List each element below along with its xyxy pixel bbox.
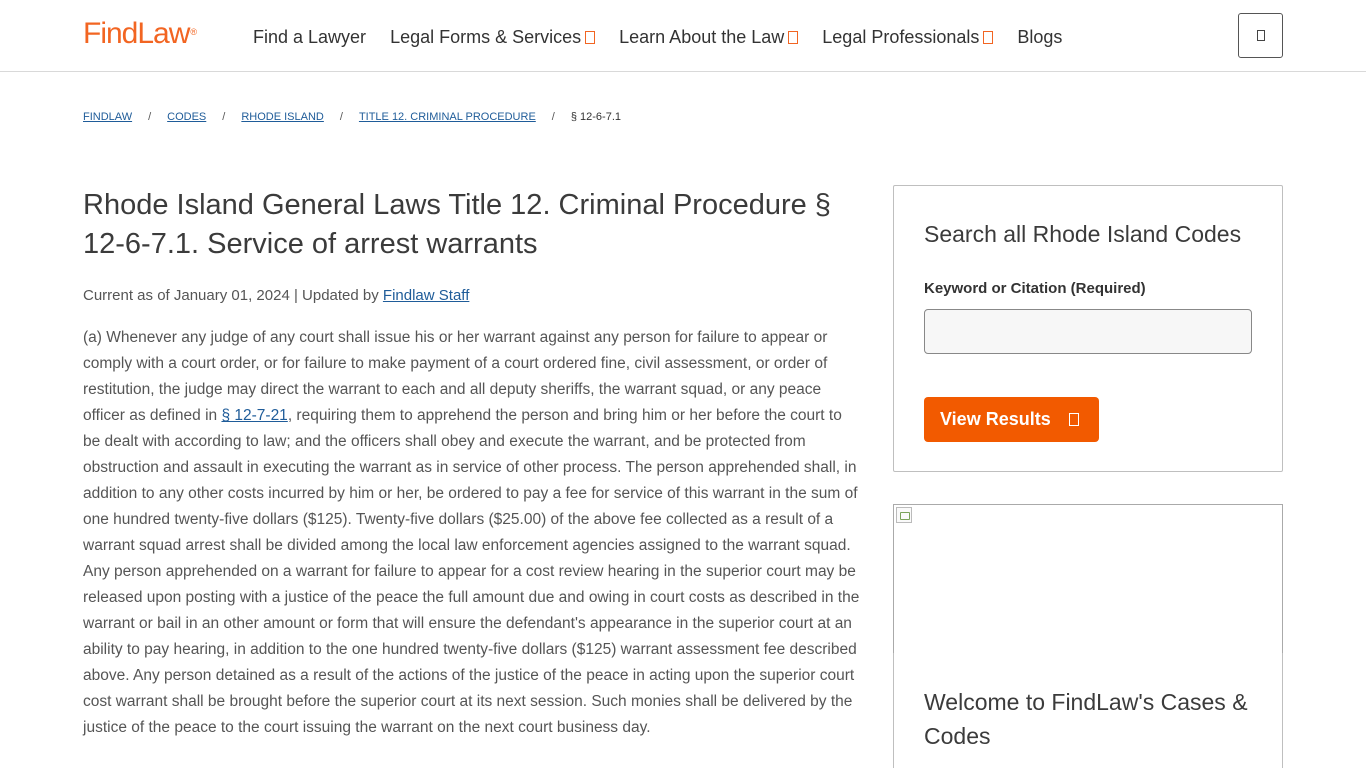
welcome-card: Welcome to FindLaw's Cases & Codes [893, 653, 1283, 768]
nav-legal-forms-services[interactable]: Legal Forms & Services [390, 22, 596, 52]
breadcrumb-separator: / [339, 111, 343, 123]
nav-find-a-lawyer[interactable]: Find a Lawyer [253, 22, 366, 52]
welcome-title: Welcome to FindLaw's Cases & Codes [924, 689, 1248, 749]
chevron-down-icon [585, 30, 596, 44]
page-title: Rhode Island General Laws Title 12. Crim… [83, 189, 831, 260]
broken-image-icon [896, 507, 912, 523]
keyword-search-input[interactable] [924, 309, 1252, 354]
search-field-label: Keyword or Citation (Required) [924, 280, 1146, 297]
logo-text: FindLaw [83, 17, 190, 50]
nav-learn-about-the-law[interactable]: Learn About the Law [619, 22, 799, 52]
ad-image-box[interactable] [893, 504, 1283, 654]
breadcrumb-rhode-island[interactable]: RHODE ISLAND [241, 111, 324, 123]
article-body: (a) Whenever any judge of any court shal… [83, 325, 863, 741]
breadcrumb-findlaw[interactable]: FINDLAW [83, 111, 132, 123]
findlaw-logo[interactable]: FindLaw® [83, 14, 197, 54]
breadcrumb-current: § 12-6-7.1 [570, 111, 622, 123]
nav-blogs[interactable]: Blogs [1017, 22, 1062, 52]
breadcrumb-separator: / [222, 111, 226, 123]
nav-label: Learn About the Law [619, 27, 785, 47]
nav-legal-professionals[interactable]: Legal Professionals [822, 22, 994, 52]
menu-button[interactable] [1238, 13, 1283, 58]
search-card-title: Search all Rhode Island Codes [924, 221, 1242, 247]
code-search-card: Search all Rhode Island Codes Keyword or… [893, 185, 1283, 472]
view-results-button[interactable]: View Results [924, 397, 1099, 442]
nav-label: Legal Forms & Services [390, 27, 582, 47]
arrow-right-icon [1068, 413, 1079, 426]
body-text-part-2: , requiring them to apprehend the person… [83, 407, 860, 736]
breadcrumb-separator: / [551, 111, 555, 123]
meta-date-text: Current as of January 01, 2024 | Updated… [83, 287, 383, 304]
menu-icon [1256, 30, 1265, 41]
logo-registered-mark: ® [190, 27, 197, 37]
nav-label: Find a Lawyer [253, 27, 367, 47]
nav-label: Blogs [1017, 27, 1063, 47]
breadcrumb-title-12[interactable]: TITLE 12. CRIMINAL PROCEDURE [359, 111, 536, 123]
citation-link[interactable]: § 12-7-21 [221, 407, 287, 424]
article-meta: Current as of January 01, 2024 | Updated… [83, 285, 469, 307]
chevron-down-icon [983, 30, 994, 44]
breadcrumb: FINDLAW / CODES / RHODE ISLAND / TITLE 1… [83, 109, 621, 125]
main-nav: Find a Lawyer Legal Forms & Services Lea… [253, 22, 1086, 52]
nav-label: Legal Professionals [822, 27, 980, 47]
site-header: FindLaw® Find a Lawyer Legal Forms & Ser… [0, 0, 1366, 72]
author-link[interactable]: Findlaw Staff [383, 287, 469, 304]
breadcrumb-codes[interactable]: CODES [167, 111, 206, 123]
chevron-down-icon [788, 30, 799, 44]
view-results-label: View Results [940, 409, 1051, 429]
breadcrumb-separator: / [148, 111, 152, 123]
